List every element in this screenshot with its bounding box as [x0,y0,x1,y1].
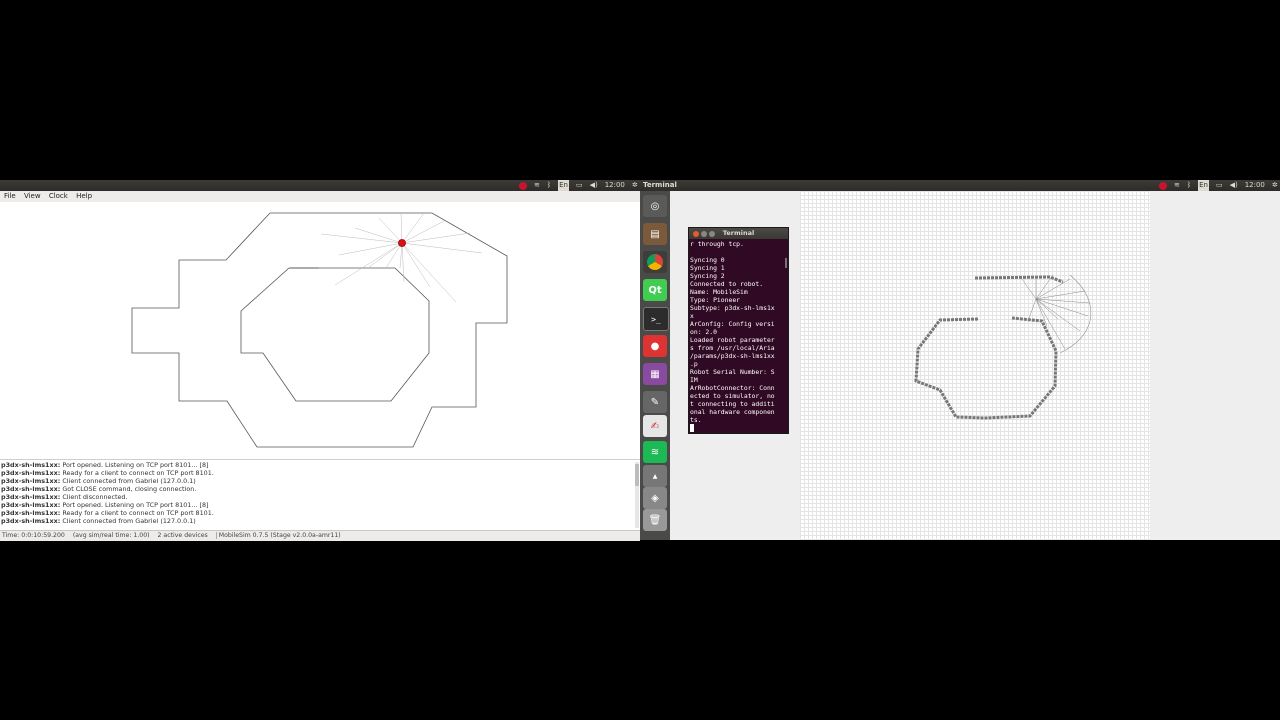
terminal-title: Terminal [722,229,755,237]
log-line: p3dx-sh-lms1xx: Ready for a client to co… [1,509,214,517]
draw-icon[interactable]: ✍ [643,415,667,437]
ubuntu-dash-icon[interactable]: ◎ [643,195,667,217]
terminal-icon[interactable]: >_ [643,307,669,331]
log-scroll-thumb[interactable] [635,464,639,486]
wifi-icon[interactable]: ≋ [534,180,540,191]
version-label: MobileSim 0.7.5 (Stage v2.0.0a-amr11) [215,532,341,539]
menu-clock[interactable]: Clock [49,192,68,200]
log-scrollbar[interactable] [635,462,639,528]
status-bar: Time: 0:0:10:59.200 (avg sim/real time: … [0,530,640,541]
minimize-icon[interactable] [701,231,707,237]
top-panel-left: ≋ ᛒ En ▭ ◀) 12:00 ✲ [0,180,640,191]
log-line: p3dx-sh-lms1xx: Port opened. Listening o… [1,501,209,509]
map-laser-rays [1021,274,1091,350]
simulation-map-canvas[interactable] [0,202,640,459]
keyboard-layout-icon[interactable]: En [558,180,569,191]
log-line: p3dx-sh-lms1xx: Client connected from Ga… [1,477,196,485]
outer-wall [131,212,508,448]
vlc-icon[interactable]: ▲ [643,465,667,487]
terminal-scrollbar[interactable] [785,258,787,268]
log-line: p3dx-sh-lms1xx: Client disconnected. [1,493,128,501]
active-devices: 2 active devices [157,532,208,539]
wifi-icon-right[interactable]: ≋ [1174,180,1180,191]
settings-gear-icon-right[interactable]: ✲ [1272,180,1278,191]
keyboard-layout-icon-right[interactable]: En [1198,180,1209,191]
log-line: p3dx-sh-lms1xx: Got CLOSE command, closi… [1,485,197,493]
chrome-icon[interactable] [643,251,667,273]
log-panel[interactable]: p3dx-sh-lms1xx: Port opened. Listening o… [0,459,640,531]
bluetooth-icon-right[interactable]: ᛒ [1187,180,1191,191]
laser-rays [320,212,483,303]
power-status-icon-right[interactable] [1159,181,1167,190]
settings-gear-icon[interactable]: ✲ [632,180,638,191]
spotify-icon[interactable]: ≋ [643,441,667,463]
workspace-icon[interactable]: ▦ [643,363,667,385]
scan-arc [1059,274,1092,354]
menu-help[interactable]: Help [76,192,92,200]
occupancy-grid-svg [914,274,1092,420]
bluetooth-icon[interactable]: ᛒ [547,180,551,191]
terminal-output[interactable]: r through tcp. Syncing 0 Syncing 1 Synci… [689,239,788,433]
log-line: p3dx-sh-lms1xx: Ready for a client to co… [1,469,214,477]
menu-file[interactable]: File [4,192,16,200]
clock-label-right[interactable]: 12:00 [1245,180,1265,191]
log-line: p3dx-sh-lms1xx: Client connected from Ga… [1,517,196,525]
simulation-map-svg [131,212,508,448]
text-editor-icon[interactable]: ✎ [643,391,667,413]
volume-icon[interactable]: ◀) [590,180,598,191]
close-icon[interactable] [693,231,699,237]
power-status-icon[interactable] [519,181,527,190]
terminal-window[interactable]: Terminal r through tcp. Syncing 0 Syncin… [688,227,789,434]
maximize-icon[interactable] [709,231,715,237]
trash-icon[interactable]: 🗑 [643,509,667,531]
terminal-titlebar[interactable]: Terminal [689,228,788,239]
clock-label[interactable]: 12:00 [605,180,625,191]
robot-marker [398,239,406,247]
qt-creator-icon[interactable]: Qt [643,279,667,301]
occupancy-grid-map[interactable] [800,191,1150,540]
volume-icon-right[interactable]: ◀) [1230,180,1238,191]
unity-launcher: ◎ ▤ Qt >_ ● ▦ ✎ ✍ ≋ ▲ ◈ 🗑 [640,191,670,540]
active-window-title: Terminal [643,181,677,189]
mobilesim-menubar: File View Clock Help [0,191,640,202]
log-line: p3dx-sh-lms1xx: Port opened. Listening o… [1,461,209,469]
top-panel-right: Terminal ≋ ᛒ En ▭ ◀) 12:00 ✲ [640,180,1280,191]
app-icon[interactable]: ◈ [643,487,667,509]
inner-obstacle [240,267,430,402]
files-icon[interactable]: ▤ [643,223,667,245]
sim-ratio: (avg sim/real time: 1.00) [72,532,150,539]
mobilesim-icon[interactable]: ● [643,335,667,357]
battery-icon-right[interactable]: ▭ [1216,180,1223,191]
sim-time: Time: 0:0:10:59.200 [2,532,65,539]
menu-view[interactable]: View [24,192,41,200]
mapped-wall-loop [914,316,1058,420]
battery-icon[interactable]: ▭ [576,180,583,191]
